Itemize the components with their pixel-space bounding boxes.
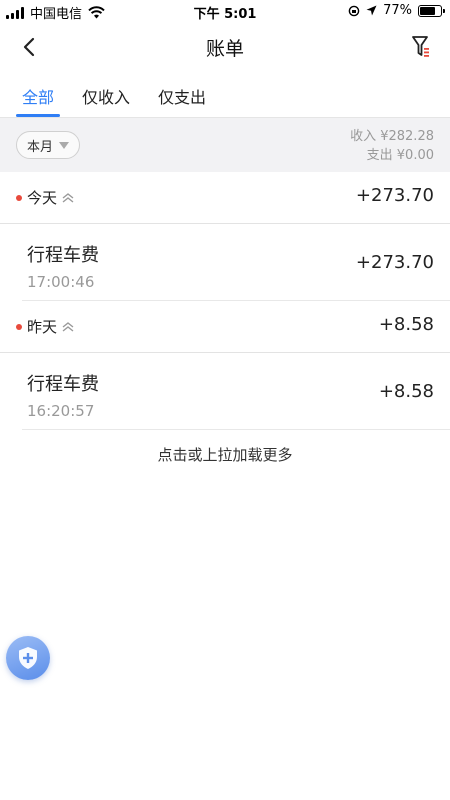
status-bar: 中国电信 下午 5:01 77%: [0, 0, 450, 24]
transaction-time: 16:20:57: [27, 402, 95, 420]
tab-all[interactable]: 全部: [8, 74, 68, 117]
filter-button[interactable]: [406, 32, 436, 62]
transaction-row[interactable]: 行程车费 17:00:46 +273.70: [0, 225, 450, 301]
summary-totals: 收入 ¥282.28 支出 ¥0.00: [350, 127, 434, 165]
transaction-amount: +273.70: [355, 252, 434, 273]
income-total: 收入 ¥282.28: [350, 129, 434, 144]
summary-band: 本月 收入 ¥282.28 支出 ¥0.00: [0, 117, 450, 172]
double-chevron-up-icon: [61, 321, 75, 333]
shield-plus-icon: [19, 647, 37, 669]
filter-tabs: 全部 仅收入 仅支出: [0, 74, 450, 117]
tab-income-only[interactable]: 仅收入: [68, 74, 144, 117]
month-dropdown-value: 本月: [27, 139, 54, 155]
double-chevron-up-icon: [61, 192, 75, 204]
filter-icon: [412, 36, 429, 57]
group-total: +273.70: [355, 185, 434, 206]
month-dropdown[interactable]: 本月: [16, 131, 81, 159]
transaction-row[interactable]: 行程车费 16:20:57 +8.58: [0, 354, 450, 430]
safety-shield-button[interactable]: [6, 636, 50, 680]
page-title: 账单: [205, 38, 244, 60]
red-dot-icon: [16, 195, 22, 201]
group-label: 今天: [27, 189, 58, 207]
group-header-today[interactable]: 今天 +273.70: [0, 172, 450, 224]
orientation-lock-icon: [348, 5, 360, 16]
group-label-wrap: 今天: [27, 187, 75, 208]
transaction-title: 行程车费: [27, 245, 99, 266]
tab-expense-only[interactable]: 仅支出: [144, 74, 220, 117]
red-dot-icon: [16, 324, 22, 330]
battery-icon: [418, 4, 445, 17]
group-header-yesterday[interactable]: 昨天 +8.58: [0, 301, 450, 353]
status-right: 77%: [348, 3, 445, 18]
transaction-time: 17:00:46: [27, 273, 95, 291]
transaction-title: 行程车费: [27, 374, 99, 395]
load-more-link[interactable]: 点击或上拉加载更多: [0, 444, 450, 465]
nav-bar: 账单: [0, 24, 450, 70]
group-label: 昨天: [27, 318, 58, 336]
battery-percent: 77%: [383, 3, 412, 18]
caret-down-icon: [59, 141, 70, 149]
battery-level: [420, 6, 436, 15]
location-arrow-icon: [366, 5, 377, 16]
expense-total: 支出 ¥0.00: [366, 148, 434, 163]
transaction-amount: +8.58: [378, 381, 434, 402]
group-total: +8.58: [378, 314, 434, 335]
group-label-wrap: 昨天: [27, 316, 75, 337]
